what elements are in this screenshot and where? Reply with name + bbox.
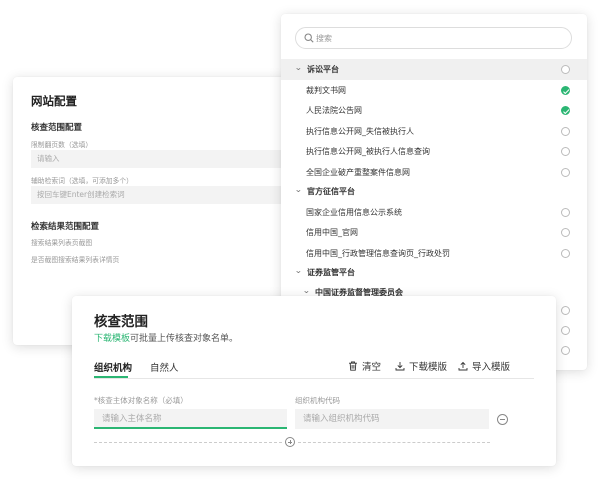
radio-icon[interactable] [561,228,570,237]
list-item[interactable]: 执行信息公开网_被执行人信息查询 [281,141,587,162]
tab-individual[interactable]: 自然人 [150,360,179,374]
group-securities[interactable]: ⌄ 证券监管平台 [281,262,587,283]
download-label: 下载模版 [409,362,448,373]
check-icon[interactable] [561,106,570,115]
tab-divider [94,378,534,379]
list-item[interactable]: 信用中国_行政管理信息查询页_行政处罚 [281,243,587,264]
active-tab-indicator [94,376,128,378]
trash-icon [349,361,357,371]
radio-icon[interactable] [561,249,570,258]
aux-keywords-label: 辅助检索词（选填，可添加多个） [31,177,133,185]
list-item[interactable]: 全国企业破产重整案件信息网 [281,162,587,183]
max-pages-input[interactable]: 请输入 [31,150,313,168]
group-radio[interactable] [561,65,570,74]
download-template-link[interactable]: 下载模板 [94,334,130,344]
radio-icon[interactable] [561,168,570,177]
aux-keywords-input[interactable]: 按回车键Enter创建检索词 [31,186,313,204]
radio-icon[interactable] [561,127,570,136]
scope-config-heading: 核查范围配置 [31,123,83,133]
list-item-label: 信用中国_官网 [306,228,358,237]
radio-icon[interactable] [561,208,570,217]
remove-row-icon[interactable] [497,414,508,425]
subject-name-label: *核查主体对象名称（必填） [94,396,188,405]
result-option-screenshot[interactable]: 搜索结果列表页截图 [31,237,92,247]
list-item-label: 国家企业信用信息公示系统 [306,208,402,217]
org-code-label: 组织机构代码 [295,396,340,405]
chevron-down-icon: ⌄ [294,185,303,194]
chevron-down-icon: ⌄ [294,63,303,72]
radio-icon[interactable] [561,306,570,315]
download-template-button[interactable]: 下载模版 [395,359,447,373]
max-pages-label: 限制翻页数（选填） [31,141,93,149]
list-item-label: 人民法院公告网 [306,106,362,115]
download-icon [395,362,405,371]
tab-organization[interactable]: 组织机构 [94,360,132,374]
result-option-detail-screenshot[interactable]: 是否截图搜索结果列表详情页 [31,254,119,264]
check-icon[interactable] [561,86,570,95]
scope-hint: 下载模板可批量上传核查对象名单。 [94,331,238,344]
add-row-icon[interactable] [285,437,295,447]
subject-name-input[interactable]: 请输入主体名称 [94,409,287,429]
list-item-label: 信用中国_行政管理信息查询页_行政处罚 [306,249,450,258]
chevron-down-icon: ⌄ [302,286,311,295]
list-item-label: 执行信息公开网_失信被执行人 [306,127,414,136]
scope-title: 核查范围 [94,314,148,330]
divider [94,442,282,443]
list-item-label: 执行信息公开网_被执行人信息查询 [306,147,430,156]
search-placeholder: 搜索 [316,34,332,43]
list-item-label: 裁判文书网 [306,86,346,95]
chevron-down-icon: ⌄ [294,266,303,275]
import-template-button[interactable]: 导入模版 [458,359,510,373]
scope-panel: 核查范围 下载模板可批量上传核查对象名单。 组织机构 自然人 清空 下载模版 导… [72,296,556,466]
list-item-label: 全国企业破产重整案件信息网 [306,168,410,177]
radio-icon[interactable] [561,346,570,355]
list-item[interactable]: 执行信息公开网_失信被执行人 [281,121,587,142]
org-code-input[interactable]: 请输入组织机构代码 [295,409,489,429]
clear-button[interactable]: 清空 [348,359,381,373]
clear-label: 清空 [362,362,382,373]
list-item[interactable]: 裁判文书网 [281,80,587,101]
group-label: 官方征信平台 [307,187,355,196]
list-item[interactable]: 人民法院公告网 [281,100,587,121]
radio-icon[interactable] [561,326,570,335]
list-item[interactable]: 信用中国_官网 [281,222,587,243]
list-item[interactable]: 国家企业信用信息公示系统 [281,202,587,223]
upload-icon [458,361,468,371]
divider [298,442,490,443]
radio-icon[interactable] [561,147,570,156]
group-litigation[interactable]: ⌄ 诉讼平台 [281,59,587,80]
group-label: 诉讼平台 [307,65,339,74]
platform-search-input[interactable]: 搜索 [295,27,572,49]
group-credit[interactable]: ⌄ 官方征信平台 [281,181,587,202]
group-label: 证券监管平台 [307,268,355,277]
hint-text: 可批量上传核查对象名单。 [130,334,239,344]
site-config-title: 网站配置 [31,94,77,108]
import-label: 导入模版 [472,362,511,373]
search-icon [304,33,314,43]
result-config-heading: 检索结果范围配置 [31,222,100,232]
